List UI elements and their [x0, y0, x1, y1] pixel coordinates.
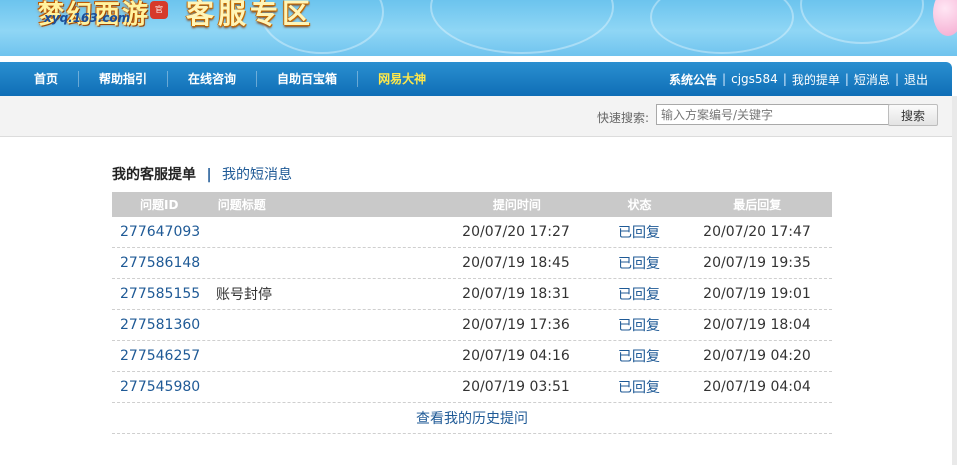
- my-tickets-link[interactable]: 我的提单: [792, 71, 840, 88]
- ticket-id-link[interactable]: 277585155: [112, 286, 216, 302]
- header-time: 提问时间: [492, 198, 541, 212]
- ticket-status: 已回复: [618, 256, 660, 272]
- nav-item-netease-dashen[interactable]: 网易大神: [358, 71, 446, 87]
- site-logo[interactable]: 梦幻西游 xyq.163.com 官 客服专区: [0, 0, 340, 30]
- logo-badge: 官: [150, 1, 168, 19]
- search-input[interactable]: [656, 104, 890, 125]
- ticket-time: 20/07/19 18:31: [462, 286, 570, 302]
- ticket-last-reply: 20/07/19 19:01: [703, 286, 811, 302]
- history-link[interactable]: 查看我的历史提问: [112, 403, 832, 434]
- nav-item-help[interactable]: 帮助指引: [79, 71, 169, 87]
- table-row[interactable]: 277581360 20/07/19 17:36 已回复 20/07/19 18…: [112, 310, 832, 341]
- nav-item-online-consult[interactable]: 在线咨询: [168, 71, 258, 87]
- tab-my-messages[interactable]: 我的短消息: [222, 167, 292, 183]
- table-row[interactable]: 277546257 20/07/19 04:16 已回复 20/07/19 04…: [112, 341, 832, 372]
- header-status: 状态: [627, 198, 652, 212]
- tab-separator: |: [206, 167, 212, 183]
- tab-my-tickets[interactable]: 我的客服提单: [112, 167, 196, 183]
- banner-swirl-decoration: [430, 0, 614, 54]
- ticket-id-link[interactable]: 277647093: [112, 224, 216, 240]
- ticket-time: 20/07/19 03:51: [462, 379, 570, 395]
- ticket-id-link[interactable]: 277546257: [112, 348, 216, 364]
- table-row[interactable]: 277586148 20/07/19 18:45 已回复 20/07/19 19…: [112, 248, 832, 279]
- header-id: 问题ID: [140, 198, 179, 212]
- logout-link[interactable]: 退出: [904, 71, 928, 88]
- ticket-time: 20/07/20 17:27: [462, 224, 570, 240]
- username-link[interactable]: cjgs584: [731, 72, 778, 86]
- search-label: 快速搜索:: [597, 111, 650, 125]
- messages-link[interactable]: 短消息: [854, 71, 890, 88]
- announcement-link[interactable]: 系统公告: [669, 71, 717, 88]
- separator: |: [894, 72, 899, 86]
- ticket-last-reply: 20/07/19 04:04: [703, 379, 811, 395]
- section-tabs: 我的客服提单 | 我的短消息: [112, 164, 292, 184]
- main-nav: 首页 帮助指引 在线咨询 自助百宝箱 网易大神 系统公告 | cjgs584 |…: [0, 62, 952, 96]
- ticket-id-link[interactable]: 277581360: [112, 317, 216, 333]
- ticket-title[interactable]: 账号封停: [216, 284, 436, 304]
- nav-item-self-service[interactable]: 自助百宝箱: [257, 71, 359, 87]
- ticket-status: 已回复: [618, 318, 660, 334]
- top-banner: 梦幻西游 xyq.163.com 官 客服专区: [0, 0, 957, 56]
- tickets-table: 问题ID 问题标题 提问时间 状态 最后回复 277647093 20/07/2…: [112, 192, 832, 434]
- nav-links: 首页 帮助指引 在线咨询 自助百宝箱 网易大神: [0, 62, 446, 96]
- table-row[interactable]: 277545980 20/07/19 03:51 已回复 20/07/19 04…: [112, 372, 832, 403]
- banner-decoration-icon: [933, 0, 957, 36]
- ticket-status: 已回复: [618, 349, 660, 365]
- ticket-last-reply: 20/07/19 18:04: [703, 317, 811, 333]
- ticket-last-reply: 20/07/20 17:47: [703, 224, 811, 240]
- ticket-last-reply: 20/07/19 19:35: [703, 255, 811, 271]
- separator: |: [782, 72, 787, 86]
- search-button[interactable]: 搜索: [888, 104, 938, 126]
- separator: |: [844, 72, 849, 86]
- ticket-last-reply: 20/07/19 04:20: [703, 348, 811, 364]
- ticket-status: 已回复: [618, 287, 660, 303]
- table-header: 问题ID 问题标题 提问时间 状态 最后回复: [112, 192, 832, 217]
- header-title: 问题标题: [217, 198, 266, 212]
- logo-url: xyq.163.com: [44, 11, 131, 25]
- table-row[interactable]: 277585155 账号封停 20/07/19 18:31 已回复 20/07/…: [112, 279, 832, 310]
- table-row[interactable]: 277647093 20/07/20 17:27 已回复 20/07/20 17…: [112, 217, 832, 248]
- banner-swirl-decoration: [800, 0, 924, 44]
- ticket-time: 20/07/19 18:45: [462, 255, 570, 271]
- right-edge-border: [952, 96, 957, 465]
- ticket-id-link[interactable]: 277545980: [112, 379, 216, 395]
- user-links: 系统公告 | cjgs584 | 我的提单 | 短消息 | 退出: [669, 62, 928, 96]
- search-bar: 快速搜索: 搜索: [0, 96, 952, 137]
- ticket-status: 已回复: [618, 380, 660, 396]
- ticket-status: 已回复: [618, 225, 660, 241]
- ticket-id-link[interactable]: 277586148: [112, 255, 216, 271]
- ticket-time: 20/07/19 04:16: [462, 348, 570, 364]
- separator: |: [722, 72, 727, 86]
- header-last-reply: 最后回复: [733, 198, 782, 212]
- page-title: 客服专区: [186, 0, 315, 30]
- ticket-time: 20/07/19 17:36: [462, 317, 570, 333]
- nav-item-home[interactable]: 首页: [0, 71, 80, 87]
- banner-swirl-decoration: [650, 0, 794, 54]
